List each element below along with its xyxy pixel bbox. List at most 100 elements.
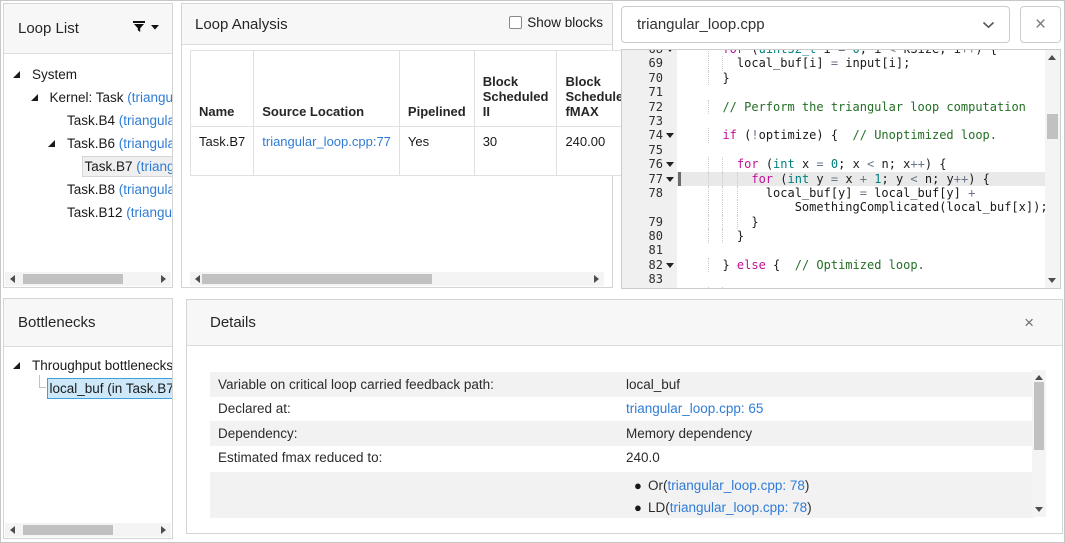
tree-node-link: (triangular: [119, 182, 172, 197]
cell-block-scheduled-ii: 30: [474, 127, 557, 176]
code-text: // Indices to track the execution inside…: [708, 287, 1055, 289]
bullet-source-link[interactable]: triangular_loop.cpp: 78: [668, 478, 805, 493]
code-line-83[interactable]: 83: [622, 272, 1045, 286]
show-blocks-checkbox[interactable]: [509, 16, 522, 29]
scroll-thumb[interactable]: [23, 274, 123, 284]
code-line-84[interactable]: 84 // Indices to track the execution ins…: [622, 287, 1045, 289]
bottlenecks-panel: Bottlenecks Throughput bottleneckslocal_…: [3, 298, 173, 539]
line-number: 69: [622, 56, 663, 70]
chevron-down-icon: [150, 24, 160, 30]
fold-arrow-icon[interactable]: [666, 133, 674, 138]
code-line-79[interactable]: 79 }: [622, 215, 1045, 229]
tree-node-text: System: [32, 67, 77, 82]
loop-list-panel: Loop List SystemKernel: Task (triangulTa…: [3, 3, 173, 288]
loop-analysis-hscrollbar[interactable]: [190, 272, 604, 286]
fold-arrow-icon[interactable]: [666, 162, 674, 167]
show-blocks-toggle[interactable]: Show blocks: [509, 15, 603, 30]
tree-item-kernel-task[interactable]: Kernel: Task (triangul: [4, 86, 172, 109]
tree-node-label: Task.B6 (triangular: [64, 133, 172, 154]
loop-list-hscrollbar[interactable]: [5, 272, 171, 286]
close-details-button[interactable]: ×: [1024, 313, 1034, 333]
tree-node-text: Kernel: Task: [50, 90, 128, 105]
tree-node-text: Task.B12: [67, 205, 126, 220]
code-text: }: [708, 215, 759, 229]
code-text: SomethingComplicated(local_buf[x]);: [708, 200, 1048, 214]
code-line-80[interactable]: 80 }: [622, 229, 1045, 243]
details-row-label: Dependency:: [210, 426, 626, 441]
code-line-70[interactable]: 70 }: [622, 71, 1045, 85]
details-row-label: Declared at:: [210, 401, 626, 416]
tree-item-local-buf-in-task-b7-[interactable]: local_buf (in Task.B7): [4, 377, 172, 400]
tree-expand-icon[interactable]: [47, 139, 64, 148]
tree-expand-icon[interactable]: [12, 361, 29, 370]
tree-node-link: (triangu: [136, 159, 172, 174]
code-line-68[interactable]: 68 for (uint32_t i = 0; i < kSize; i++) …: [622, 49, 1045, 56]
details-title: Details: [210, 314, 256, 331]
code-viewer[interactable]: 68 for (uint32_t i = 0; i < kSize; i++) …: [621, 49, 1061, 289]
details-row-label: Variable on critical loop carried feedba…: [210, 377, 626, 392]
tree-node-label: Task.B12 (triangul: [64, 202, 172, 223]
tree-expand-icon[interactable]: [30, 93, 47, 102]
tree-node-text: local_buf (in Task.B7): [50, 381, 173, 396]
code-line-81[interactable]: 81: [622, 243, 1045, 257]
fold-arrow-icon[interactable]: [666, 263, 674, 268]
bullet-icon: ●: [634, 478, 642, 493]
details-row-value-link[interactable]: triangular_loop.cpp: 65: [626, 401, 1034, 416]
tree-node-text: Task.B7: [85, 159, 137, 174]
tree-item-system[interactable]: System: [4, 63, 172, 86]
loop-analysis-table: NameSource LocationPipelinedBlock Schedu…: [190, 50, 640, 176]
file-selector[interactable]: triangular_loop.cpp: [621, 6, 1010, 43]
code-line-77[interactable]: 77 for (int y = x + 1; y < n; y++) {: [622, 172, 1045, 186]
tree-item-throughput-bottlenecks[interactable]: Throughput bottlenecks: [4, 354, 172, 377]
scroll-thumb[interactable]: [23, 525, 113, 535]
bullet-source-link[interactable]: triangular_loop.cpp: 78: [670, 500, 807, 515]
tree-node-text: Task.B4: [67, 113, 119, 128]
scroll-thumb[interactable]: [1047, 114, 1058, 139]
code-vscrollbar[interactable]: [1045, 50, 1060, 288]
table-header-row: NameSource LocationPipelinedBlock Schedu…: [191, 51, 640, 127]
details-vscrollbar[interactable]: [1032, 370, 1046, 517]
tree-item-task-b8[interactable]: Task.B8 (triangular: [4, 178, 172, 201]
tree-expand-icon[interactable]: [12, 70, 29, 79]
tree-item-task-b7[interactable]: Task.B7 (triangu: [4, 155, 172, 178]
column-header: Name: [191, 51, 254, 127]
tree-node-link: (triangul: [127, 90, 172, 105]
tree-item-task-b12[interactable]: Task.B12 (triangul: [4, 201, 172, 224]
tree-node-label: Kernel: Task (triangul: [47, 87, 173, 108]
fold-arrow-icon[interactable]: [666, 49, 674, 52]
code-line-76[interactable]: 76 for (int x = 0; x < n; x++) {: [622, 157, 1045, 171]
code-line-72[interactable]: 72 // Perform the triangular loop comput…: [622, 100, 1045, 114]
code-line-78[interactable]: 78 local_buf[y] = local_buf[y] +: [622, 186, 1045, 200]
code-text: for (int x = 0; x < n; x++) {: [708, 157, 947, 171]
details-row-label: Estimated fmax reduced to:: [210, 450, 626, 465]
tree-item-task-b6[interactable]: Task.B6 (triangular: [4, 132, 172, 155]
code-text: local_buf[i] = input[i];: [708, 56, 910, 70]
loop-filter-button[interactable]: [132, 20, 160, 33]
code-line-wrap[interactable]: SomethingComplicated(local_buf[x]);: [622, 200, 1045, 214]
close-code-viewer-button[interactable]: ×: [1020, 6, 1061, 43]
code-text: } else { // Optimized loop.: [708, 258, 925, 272]
bottlenecks-hscrollbar[interactable]: [5, 523, 171, 537]
file-selector-value: triangular_loop.cpp: [622, 16, 982, 33]
source-location-link[interactable]: triangular_loop.cpp:77: [262, 134, 391, 149]
details-row: Variable on critical loop carried feedba…: [210, 372, 1034, 397]
tree-node-label: local_buf (in Task.B7): [47, 378, 173, 399]
tree-node-text: Task.B8: [67, 182, 119, 197]
scroll-thumb[interactable]: [202, 274, 432, 284]
code-line-82[interactable]: 82 } else { // Optimized loop.: [622, 258, 1045, 272]
fold-arrow-icon[interactable]: [666, 177, 674, 182]
code-line-69[interactable]: 69 local_buf[i] = input[i];: [622, 56, 1045, 70]
code-line-71[interactable]: 71: [622, 85, 1045, 99]
details-bullet-list: ●Or(triangular_loop.cpp: 78)●LD(triangul…: [210, 472, 1034, 518]
code-line-73[interactable]: 73: [622, 114, 1045, 128]
table-row[interactable]: Task.B7triangular_loop.cpp:77Yes30240.00: [191, 127, 640, 176]
tree-item-task-b4[interactable]: Task.B4 (triangular: [4, 109, 172, 132]
code-text: }: [708, 71, 730, 85]
code-line-74[interactable]: 74 if (!optimize) { // Unoptimized loop.: [622, 128, 1045, 142]
scroll-thumb[interactable]: [1034, 382, 1044, 450]
line-number: 71: [622, 85, 663, 99]
tree-node-text: Task.B6: [67, 136, 119, 151]
code-line-75[interactable]: 75: [622, 143, 1045, 157]
tree-node-label: Task.B4 (triangular: [64, 110, 172, 131]
line-number: 75: [622, 143, 663, 157]
